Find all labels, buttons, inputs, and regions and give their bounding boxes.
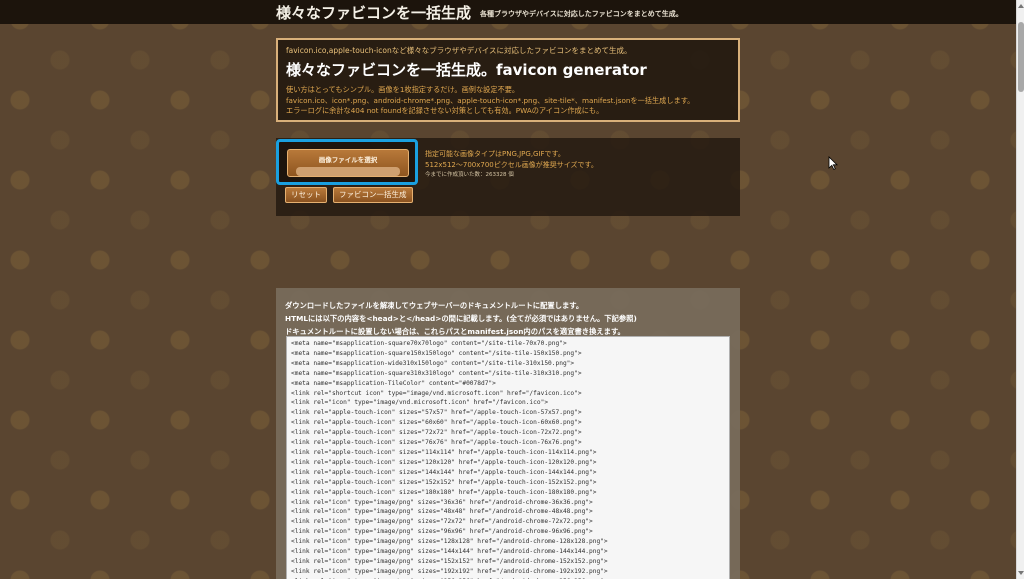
intro-desc-line: 使い方はとってもシンプル。画像を1枚指定するだけ。画例な設定不要。 (286, 85, 520, 94)
intro-heading: 様々なファビコンを一括生成。favicon generator (286, 61, 647, 79)
reset-button[interactable]: リセット (285, 187, 327, 203)
scroll-down-icon[interactable] (1018, 571, 1024, 575)
code-line: <meta name="msapplication-wide310x150log… (291, 359, 575, 367)
code-line: <link rel="icon" type="image/vnd.microso… (291, 399, 549, 407)
upload-info-line: 指定可能な画像タイプはPNG,JPG,GIFです。 (425, 150, 565, 158)
mouse-pointer-icon (828, 156, 838, 170)
scrollbar-thumb[interactable] (1018, 22, 1024, 92)
code-line: <link rel="apple-touch-icon" sizes="60x6… (291, 419, 582, 427)
instruction-line: ダウンロードしたファイルを解凍してウェブサーバーのドキュメントルートに配置します… (285, 301, 584, 310)
code-line: <link rel="apple-touch-icon" sizes="144x… (291, 468, 597, 476)
site-title[interactable]: 様々なファビコンを一括生成 (276, 2, 471, 23)
code-line: <link rel="icon" type="image/png" sizes=… (291, 538, 608, 546)
page-scrollbar[interactable] (1016, 0, 1024, 579)
upload-info-line: 512x512〜700x700ピクセル画像が推奨サイズです。 (425, 160, 598, 169)
intro-box: favicon.ico,apple-touch-iconなど様々なブラウザやデバ… (276, 38, 740, 122)
select-image-label: 画像ファイルを選択 (318, 156, 378, 164)
code-line: <link rel="icon" type="image/png" sizes=… (291, 498, 593, 506)
site-header: 様々なファビコンを一括生成 各種ブラウザやデバイスに対応したファビコンをまとめて… (0, 0, 1016, 24)
code-line: <meta name="msapplication-square70x70log… (291, 340, 567, 347)
scroll-up-icon[interactable] (1018, 4, 1024, 8)
site-subtitle: 各種ブラウザやデバイスに対応したファビコンをまとめて生成。 (480, 10, 683, 18)
code-line: <link rel="shortcut icon" type="image/vn… (291, 389, 582, 397)
code-line: <meta name="msapplication-TileColor" con… (291, 379, 496, 387)
code-line: <link rel="icon" type="image/png" sizes=… (291, 557, 608, 565)
code-line: <link rel="apple-touch-icon" sizes="152x… (291, 478, 597, 486)
generate-favicons-button[interactable]: ファビコン一括生成 (333, 187, 413, 203)
code-line: <link rel="icon" type="image/png" sizes=… (291, 528, 593, 536)
html-code-textarea[interactable]: <meta name="msapplication-square70x70log… (286, 336, 730, 579)
code-line: <link rel="apple-touch-icon" sizes="120x… (291, 458, 597, 466)
select-image-button[interactable]: 画像ファイルを選択 (287, 149, 409, 177)
code-line: <meta name="msapplication-square150x150l… (291, 349, 582, 357)
code-line: <link rel="apple-touch-icon" sizes="180x… (291, 488, 597, 496)
upload-info: 指定可能な画像タイプはPNG,JPG,GIFです。 512x512〜700x70… (425, 149, 598, 181)
code-line: <link rel="icon" type="image/png" sizes=… (291, 548, 608, 556)
intro-tagline: favicon.ico,apple-touch-iconなど様々なブラウザやデバ… (286, 46, 632, 55)
code-line: <meta name="msapplication-square310x310l… (291, 369, 582, 377)
intro-desc-line: favicon.ico、icon*.png、android-chrome*.pn… (286, 95, 695, 105)
code-line: <link rel="apple-touch-icon" sizes="57x5… (291, 409, 582, 417)
upload-panel: 画像ファイルを選択 指定可能な画像タイプはPNG,JPG,GIFです。 512x… (276, 138, 740, 216)
code-line: <link rel="apple-touch-icon" sizes="76x7… (291, 439, 582, 447)
code-line: <link rel="icon" type="image/png" sizes=… (291, 518, 593, 526)
file-select-focus-ring: 画像ファイルを選択 (276, 139, 418, 185)
intro-desc-line: エラーログに余計な404 not foundを記録させない対策としても有効。PW… (286, 106, 604, 115)
code-line: <link rel="icon" type="image/png" sizes=… (291, 508, 593, 516)
instructions-panel: ダウンロードしたファイルを解凍してウェブサーバーのドキュメントルートに配置します… (276, 288, 740, 579)
code-line: <link rel="apple-touch-icon" sizes="114x… (291, 448, 597, 456)
intro-description: 使い方はとってもシンプル。画像を1枚指定するだけ。画例な設定不要。 favico… (286, 85, 730, 117)
instruction-line: HTMLには以下の内容を<head>と</head>の間に記載します。(全てが必… (285, 314, 637, 323)
action-buttons: リセット ファビコン一括生成 (285, 187, 413, 203)
file-input-bar[interactable] (296, 167, 400, 176)
code-line: <link rel="icon" type="image/png" sizes=… (291, 567, 608, 575)
generated-count: 今までに作成頂いた数：263328 個 (425, 172, 514, 178)
code-line: <link rel="apple-touch-icon" sizes="72x7… (291, 429, 582, 437)
